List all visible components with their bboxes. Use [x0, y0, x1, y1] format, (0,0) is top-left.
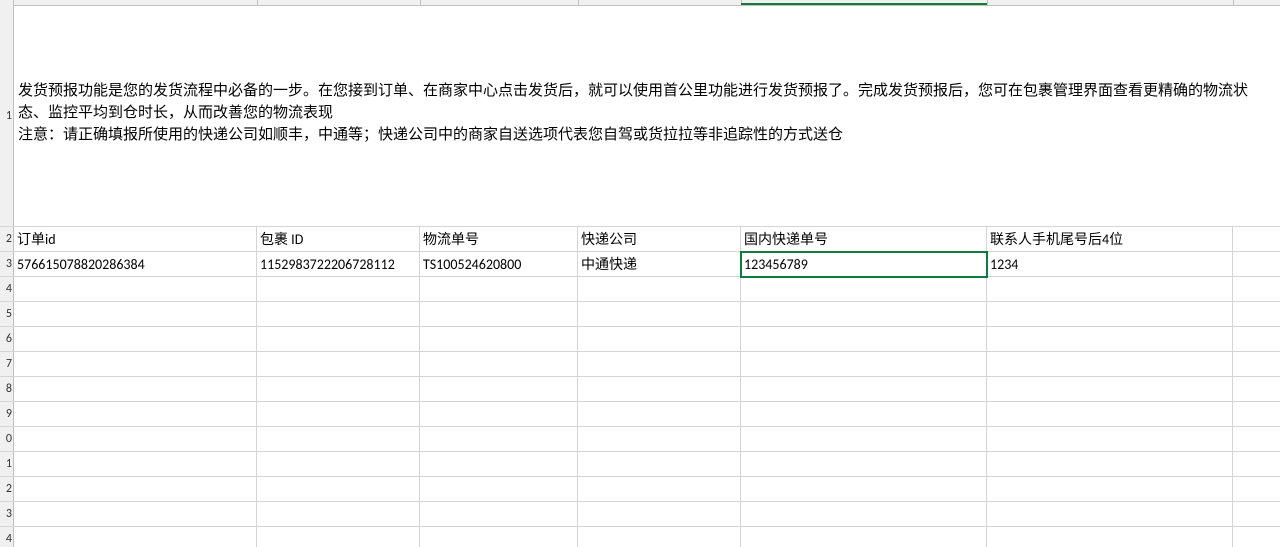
row-header-8[interactable]: 8 — [0, 377, 14, 402]
cell-logistics-number[interactable]: TS100524620800 — [420, 252, 578, 277]
spreadsheet-view: 1 2 3 4 5 6 7 8 9 0 1 2 3 4 发货预报功能是您的发货流… — [0, 0, 1280, 547]
header-order-id[interactable]: 订单id — [14, 227, 257, 252]
cells-area: 发货预报功能是您的发货流程中必备的一步。在您接到订单、在商家中心点击发货后，就可… — [14, 0, 1280, 547]
data-grid: 订单id 包裹 ID 物流单号 快递公司 国内快递单号 联系人手机尾号后4位 5… — [14, 227, 1280, 547]
row-header-12[interactable]: 2 — [0, 477, 14, 502]
instructions-line-1: 发货预报功能是您的发货流程中必备的一步。在您接到订单、在商家中心点击发货后，就可… — [18, 80, 1276, 124]
row-header-5[interactable]: 5 — [0, 302, 14, 327]
instructions-line-2: 注意：请正确填报所使用的快递公司如顺丰，中通等；快递公司中的商家自送选项代表您自… — [18, 124, 1276, 146]
empty-row[interactable] — [14, 377, 1280, 402]
row-header-10[interactable]: 0 — [0, 427, 14, 452]
empty-row[interactable] — [14, 452, 1280, 477]
row-number-gutter: 1 2 3 4 5 6 7 8 9 0 1 2 3 4 — [0, 0, 14, 547]
header-logistics-number[interactable]: 物流单号 — [420, 227, 578, 252]
cell-order-id[interactable]: 576615078820286384 — [14, 252, 257, 277]
header-package-id[interactable]: 包裹 ID — [257, 227, 420, 252]
row-header-13[interactable]: 3 — [0, 502, 14, 527]
empty-row[interactable] — [14, 527, 1280, 547]
empty-row[interactable] — [14, 427, 1280, 452]
empty-row[interactable] — [14, 352, 1280, 377]
instructions-merged-cell[interactable]: 发货预报功能是您的发货流程中必备的一步。在您接到订单、在商家中心点击发货后，就可… — [14, 6, 1280, 227]
row-header-6[interactable]: 6 — [0, 327, 14, 352]
row-header-7[interactable]: 7 — [0, 352, 14, 377]
header-row: 订单id 包裹 ID 物流单号 快递公司 国内快递单号 联系人手机尾号后4位 — [14, 227, 1280, 252]
row-header-9[interactable]: 9 — [0, 402, 14, 427]
row-header-3[interactable]: 3 — [0, 252, 14, 277]
header-contact-phone-last4[interactable]: 联系人手机尾号后4位 — [987, 227, 1233, 252]
row-header-14[interactable]: 4 — [0, 527, 14, 547]
empty-row[interactable] — [14, 502, 1280, 527]
empty-row[interactable] — [14, 277, 1280, 302]
header-domestic-tracking-number[interactable]: 国内快递单号 — [741, 227, 987, 252]
row-header-4[interactable]: 4 — [0, 277, 14, 302]
empty-row[interactable] — [14, 477, 1280, 502]
row-header-11[interactable]: 1 — [0, 452, 14, 477]
empty-row[interactable] — [14, 402, 1280, 427]
empty-row[interactable] — [14, 302, 1280, 327]
header-courier-company[interactable]: 快递公司 — [578, 227, 741, 252]
cell-domestic-tracking-number[interactable]: 123456789 — [741, 252, 987, 277]
data-row: 576615078820286384 1152983722206728112 T… — [14, 252, 1280, 277]
row-header-2[interactable]: 2 — [0, 227, 14, 252]
row-header-1[interactable]: 1 — [0, 6, 14, 227]
empty-row[interactable] — [14, 327, 1280, 352]
cell-package-id[interactable]: 1152983722206728112 — [257, 252, 420, 277]
column-header-selected-indicator — [741, 0, 987, 5]
cell-courier-company[interactable]: 中通快递 — [578, 252, 741, 277]
cell-contact-phone-last4[interactable]: 1234 — [987, 252, 1233, 277]
